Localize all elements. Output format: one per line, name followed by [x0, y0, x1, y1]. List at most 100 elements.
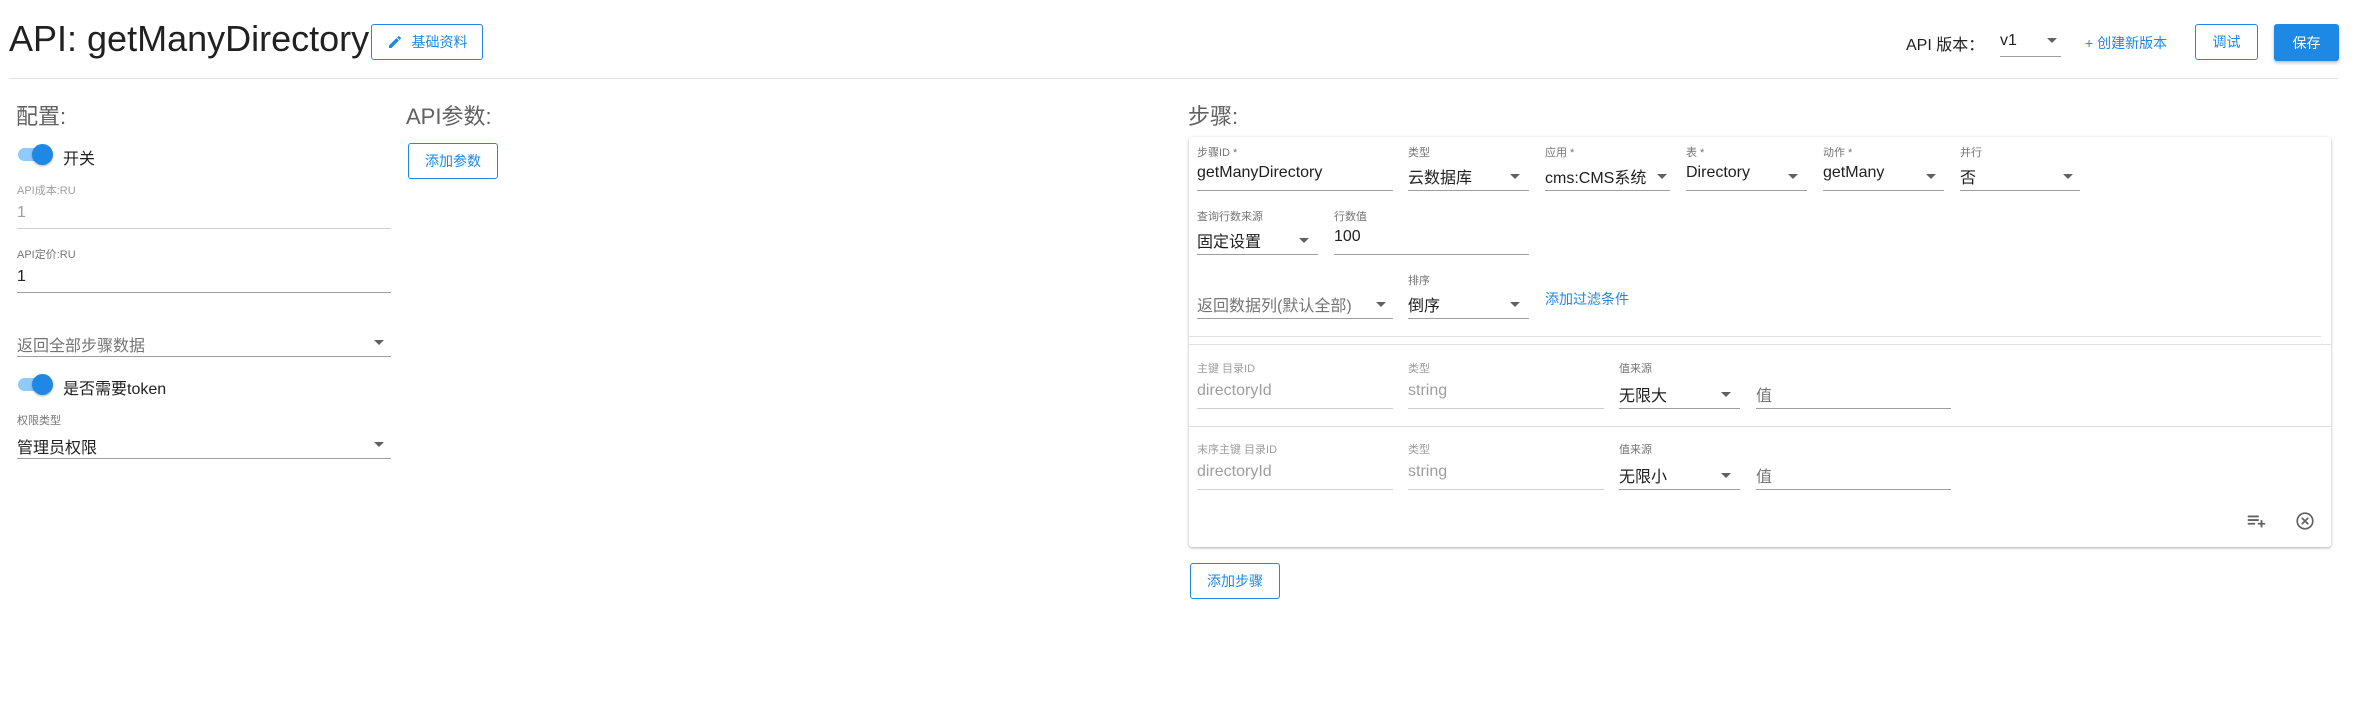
last-key-type-label: 类型	[1408, 444, 1430, 456]
return-data-select[interactable]: 返回全部步骤数据	[17, 332, 377, 354]
primary-key-label: 主键 目录ID	[1197, 363, 1256, 375]
config-section-title: 配置:	[16, 104, 67, 129]
permission-type-underline	[17, 458, 391, 459]
chevron-down-icon	[1376, 302, 1386, 307]
last-key-type-value: string	[1408, 463, 1448, 480]
row-count-label: 行数值	[1334, 211, 1367, 223]
last-key-source-select[interactable]: 无限小	[1619, 463, 1719, 485]
step-id-input[interactable]: getManyDirectory	[1197, 164, 1393, 186]
primary-key-source-underline	[1619, 408, 1740, 409]
last-key-value: directoryId	[1197, 463, 1272, 480]
chevron-down-icon	[1299, 238, 1309, 243]
page-title: API: getManyDirectory	[9, 18, 370, 59]
permission-type-label: 权限类型	[17, 415, 61, 427]
last-key-type-underline	[1408, 489, 1604, 490]
return-data-underline	[17, 356, 391, 357]
edit-basic-info-label: 基础资料	[411, 34, 468, 50]
primary-key-type-label: 类型	[1408, 363, 1430, 375]
chevron-down-icon	[374, 442, 384, 447]
primary-key-type-underline	[1408, 408, 1604, 409]
token-toggle-label: 是否需要token	[63, 381, 167, 398]
api-version-select[interactable]: v1	[2000, 26, 2061, 57]
step-type-label: 类型	[1408, 147, 1430, 159]
sort-underline	[1408, 318, 1529, 319]
primary-key-source-label: 值来源	[1619, 363, 1652, 375]
chevron-down-icon	[1657, 174, 1667, 179]
row-source-label: 查询行数来源	[1197, 211, 1263, 223]
step-table-select[interactable]: Directory	[1686, 164, 1786, 186]
step-card: 步骤ID * getManyDirectory 类型 云数据库 应用 * cms…	[1189, 137, 2331, 547]
section-divider	[1189, 336, 2321, 337]
primary-key-value-input[interactable]: 值	[1756, 382, 1946, 404]
steps-section-title: 步骤:	[1188, 104, 1239, 129]
save-button[interactable]: 保存	[2274, 24, 2339, 61]
sort-label: 排序	[1408, 275, 1430, 287]
chevron-down-icon	[1788, 174, 1798, 179]
header-divider	[9, 78, 2338, 79]
row-count-input[interactable]: 100	[1334, 228, 1530, 250]
step-app-underline	[1545, 190, 1670, 191]
primary-key-type-value: string	[1408, 382, 1448, 399]
chevron-down-icon	[1721, 473, 1731, 478]
primary-key-value-underline	[1756, 408, 1951, 409]
row-source-underline	[1197, 254, 1318, 255]
api-version-value: v1	[2000, 32, 2017, 49]
edit-basic-info-button[interactable]: 基础资料	[371, 24, 483, 60]
chevron-down-icon	[1510, 302, 1520, 307]
enable-toggle-label: 开关	[63, 151, 96, 168]
add-step-button[interactable]: 添加步骤	[1190, 563, 1280, 599]
step-id-label: 步骤ID *	[1197, 147, 1238, 159]
step-table-label: 表 *	[1686, 147, 1705, 159]
close-circle-icon[interactable]	[2293, 509, 2317, 533]
step-action-select[interactable]: getMany	[1823, 164, 1923, 186]
step-parallel-label: 并行	[1960, 147, 1982, 159]
last-key-source-label: 值来源	[1619, 444, 1652, 456]
api-version-label: API 版本：	[1906, 37, 1985, 54]
primary-key-value: directoryId	[1197, 382, 1272, 399]
chevron-down-icon	[1721, 392, 1731, 397]
step-type-select[interactable]: 云数据库	[1408, 164, 1508, 186]
playlist-add-icon[interactable]	[2244, 509, 2268, 533]
step-parallel-select[interactable]: 否	[1960, 164, 2060, 186]
debug-button[interactable]: 调试	[2195, 24, 2258, 60]
add-param-button[interactable]: 添加参数	[408, 143, 498, 179]
step-action-label: 动作 *	[1823, 147, 1853, 159]
api-cost-label: API成本:RU	[17, 185, 76, 197]
api-price-label: API定价:RU	[17, 249, 76, 261]
create-version-link[interactable]: + 创建新版本	[2085, 33, 2167, 53]
chevron-down-icon	[1510, 174, 1520, 179]
chevron-down-icon	[1926, 174, 1936, 179]
chevron-down-icon	[2047, 38, 2057, 43]
step-table-underline	[1686, 190, 1807, 191]
last-key-underline	[1197, 489, 1393, 490]
section-divider	[1189, 344, 2331, 345]
step-type-underline	[1408, 190, 1529, 191]
last-key-value-underline	[1756, 489, 1951, 490]
pencil-icon	[388, 35, 401, 48]
last-key-label: 末序主键 目录ID	[1197, 444, 1278, 456]
chevron-down-icon	[2063, 174, 2073, 179]
primary-key-underline	[1197, 408, 1393, 409]
section-divider	[1189, 426, 2331, 427]
api-price-underline	[17, 292, 391, 293]
step-parallel-underline	[1960, 190, 2080, 191]
api-price-input[interactable]: 1	[17, 268, 387, 290]
return-columns-select[interactable]: 返回数据列(默认全部)	[1197, 292, 1377, 314]
api-cost-underline	[17, 228, 391, 229]
token-toggle[interactable]	[16, 373, 54, 395]
return-columns-underline	[1197, 318, 1393, 319]
step-app-label: 应用 *	[1545, 147, 1575, 159]
permission-type-select[interactable]: 管理员权限	[17, 434, 377, 456]
row-source-select[interactable]: 固定设置	[1197, 228, 1297, 250]
step-id-underline	[1197, 190, 1393, 191]
api-cost-value: 1	[17, 204, 26, 221]
step-action-underline	[1823, 190, 1944, 191]
chevron-down-icon	[374, 340, 384, 345]
last-key-value-input[interactable]: 值	[1756, 463, 1946, 485]
add-filter-link[interactable]: 添加过滤条件	[1545, 289, 1629, 309]
sort-select[interactable]: 倒序	[1408, 292, 1508, 314]
enable-toggle[interactable]	[16, 143, 54, 165]
step-app-select[interactable]: cms:CMS系统	[1545, 164, 1657, 186]
primary-key-source-select[interactable]: 无限大	[1619, 382, 1719, 404]
row-count-underline	[1334, 254, 1529, 255]
